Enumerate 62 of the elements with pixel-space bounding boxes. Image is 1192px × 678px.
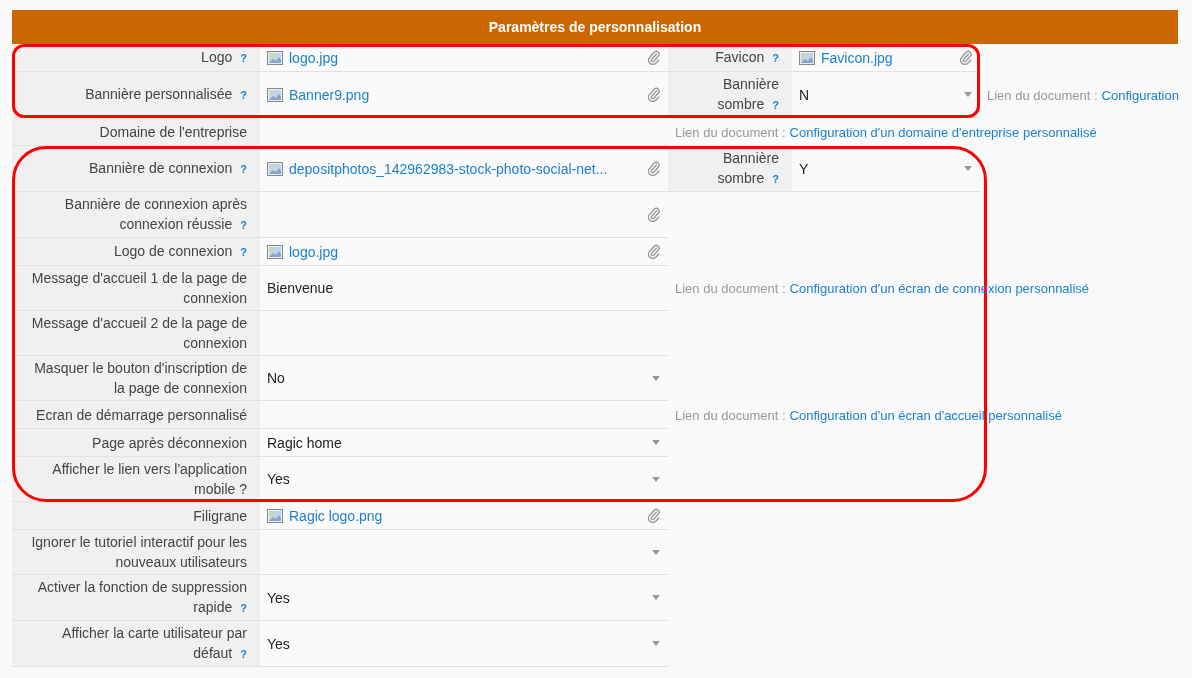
doc-link[interactable]: Configuration d'un écran d'accueil personnalisé [789, 407, 1062, 423]
field-label: Activer la fonction de suppression rapide ? [36, 578, 247, 617]
select-value: Y [799, 160, 809, 177]
file-link[interactable]: Banner9.png [289, 86, 370, 103]
select-value: Yes [267, 589, 290, 606]
paperclip-icon[interactable] [648, 87, 660, 102]
doc-link-label: Lien du document : [675, 124, 786, 140]
field-value: Bienvenue [267, 280, 334, 296]
field-label: Favicon ? [715, 48, 779, 67]
select-value: No [267, 370, 285, 386]
select-value: N [799, 86, 810, 103]
paperclip-icon[interactable] [648, 161, 660, 176]
dropdown-caret-icon[interactable] [652, 440, 660, 445]
field-label: Bannière sombre ? [716, 75, 779, 114]
paperclip-icon[interactable] [648, 207, 660, 222]
select-value: Yes [267, 471, 290, 487]
file-link[interactable]: Favicon.jpg [821, 49, 893, 66]
field-label: Bannière de connexion ? [89, 159, 247, 178]
file-link[interactable]: depositphotos_142962983-stock-photo-social-net... [289, 160, 608, 177]
field-label: Afficher la carte utilisateur par défaut ? [61, 624, 247, 663]
select-value: Yes [267, 635, 290, 652]
paperclip-icon[interactable] [960, 50, 972, 65]
dropdown-caret-icon[interactable] [964, 166, 972, 171]
paperclip-icon[interactable] [648, 508, 660, 523]
dropdown-caret-icon[interactable] [652, 549, 660, 555]
section-header: Paramètres de personnalisation [12, 10, 1178, 44]
file-link[interactable]: logo.jpg [289, 243, 339, 260]
image-file-icon [799, 50, 815, 65]
field-label: Masquer le bouton d'inscription de la page de connexion [33, 359, 247, 398]
doc-link-label: Lien du document : [675, 407, 786, 423]
field-label: Message d'accueil 2 de la page de connexion [30, 314, 247, 353]
doc-link-label: Lien du document : [675, 281, 786, 296]
file-link[interactable]: logo.jpg [289, 49, 339, 66]
field-label: Page après déconnexion [92, 433, 247, 453]
paperclip-icon[interactable] [648, 50, 660, 65]
field-label: Afficher le lien vers l'application mobile ? [51, 460, 247, 499]
field-label: Domaine de l'entreprise [99, 122, 247, 142]
dropdown-caret-icon[interactable] [652, 476, 660, 482]
file-link[interactable]: Ragic logo.png [289, 507, 383, 524]
field-label: Bannière de connexion après connexion réussie ? [63, 195, 247, 234]
doc-link[interactable]: Configuration d'un domaine d'entreprise personnalisé [789, 124, 1097, 140]
doc-link-label: Lien du document : [987, 87, 1098, 103]
field-label: Logo de connexion ? [113, 242, 247, 261]
dropdown-caret-icon[interactable] [652, 375, 660, 381]
field-label: Ecran de démarrage personnalisé [36, 405, 247, 425]
dropdown-caret-icon[interactable] [652, 595, 660, 600]
image-file-icon [267, 244, 283, 259]
dropdown-caret-icon[interactable] [652, 641, 660, 646]
field-label: Ignorer le tutoriel interactif pour les nouveaux utilisateurs [30, 533, 247, 572]
image-file-icon [267, 161, 283, 176]
select-value: Ragic home [267, 434, 342, 451]
field-label: Filigrane [193, 506, 247, 526]
field-label: Message d'accueil 1 de la page de connexion [30, 269, 247, 308]
dropdown-caret-icon[interactable] [964, 92, 972, 97]
field-label: Bannière personnalisée ? [85, 85, 247, 104]
doc-link[interactable]: Configuration [1101, 87, 1179, 103]
field-label: Logo ? [201, 48, 247, 67]
image-file-icon [267, 508, 283, 523]
paperclip-icon[interactable] [648, 244, 660, 259]
field-label: Bannière sombre ? [716, 149, 779, 188]
image-file-icon [267, 50, 283, 65]
image-file-icon [267, 87, 283, 102]
